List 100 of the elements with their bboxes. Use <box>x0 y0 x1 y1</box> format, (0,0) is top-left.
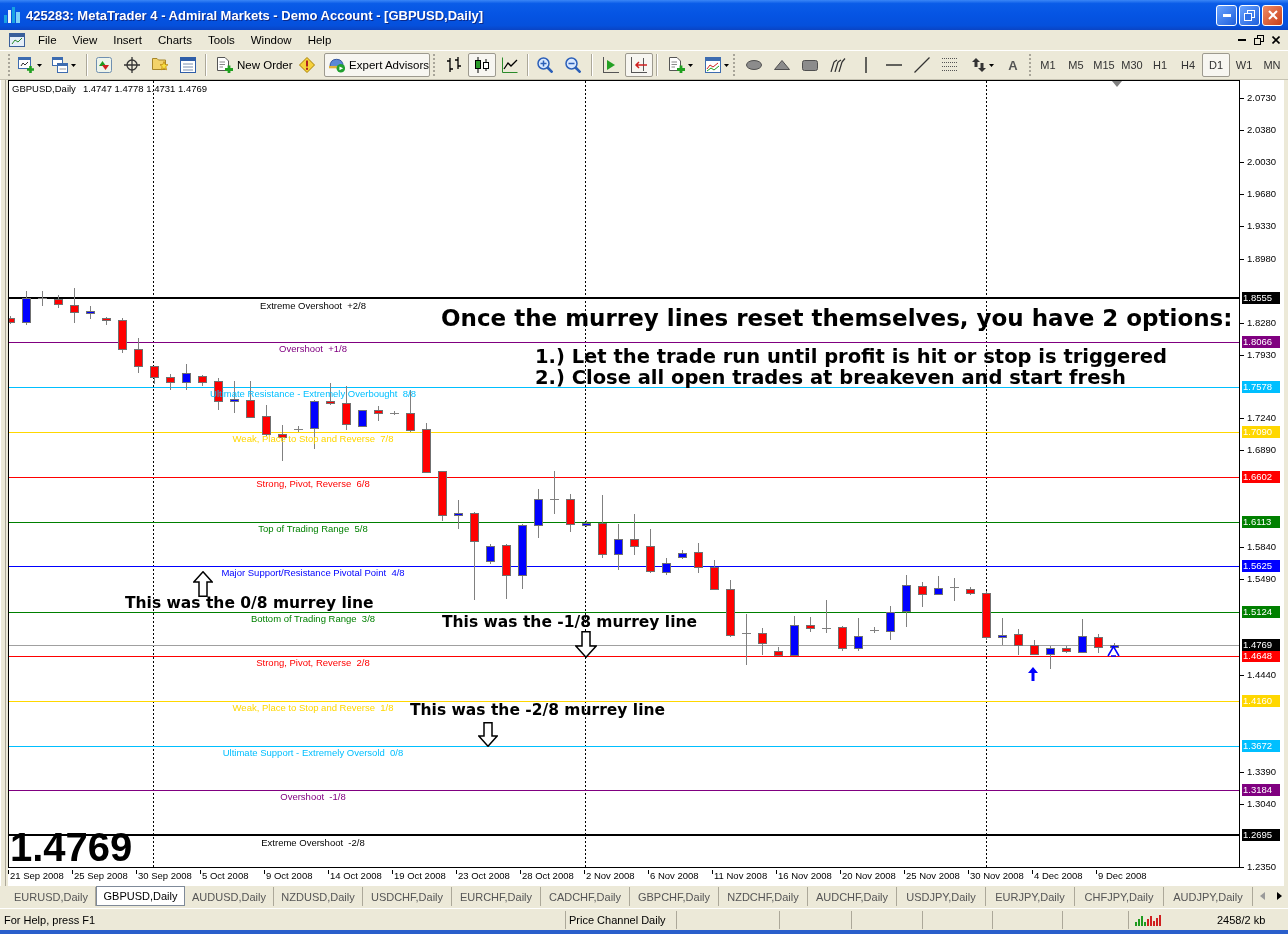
timeframe-button[interactable]: M1 <box>1034 53 1062 77</box>
close-button[interactable] <box>1262 4 1283 26</box>
chart-tab[interactable]: AUDJPY,Daily <box>1164 887 1253 906</box>
chart-window-icon[interactable] <box>9 33 25 47</box>
timeframe-button[interactable]: H1 <box>1146 53 1174 77</box>
menu-item[interactable]: File <box>30 31 65 49</box>
app-icon <box>4 7 20 23</box>
timeframe-button[interactable]: W1 <box>1230 53 1258 77</box>
chart-tab[interactable]: NZDCHF,Daily <box>719 887 808 906</box>
price-tag: 1.5625 <box>1242 560 1280 572</box>
candlestick <box>582 519 591 528</box>
triangle-icon[interactable] <box>774 60 790 70</box>
menu-item[interactable]: Charts <box>150 31 200 49</box>
time-label: 14 Oct 2008 <box>328 870 382 882</box>
crosshair-icon[interactable] <box>124 57 140 73</box>
chart-tab[interactable]: CHFJPY,Daily <box>1075 887 1164 906</box>
chart-tab[interactable]: USDCHF,Daily <box>363 887 452 906</box>
windows-icon[interactable] <box>52 57 68 73</box>
zoom-out-icon[interactable] <box>565 57 581 73</box>
chart-tab[interactable]: NZDUSD,Daily <box>274 887 363 906</box>
window-plus-icon[interactable] <box>18 57 34 73</box>
chart-tab[interactable]: EURCHF,Daily <box>452 887 541 906</box>
chart-tab[interactable]: GBPUSD,Daily <box>96 886 185 906</box>
menu-item[interactable]: View <box>64 31 106 49</box>
level-label: Weak, Place to Stop and Reverse 7/8 <box>232 434 394 444</box>
restore-button[interactable] <box>1239 4 1260 26</box>
arrows-icon[interactable] <box>972 58 986 72</box>
candlestick-chart-button[interactable] <box>468 53 496 77</box>
list-window-icon[interactable] <box>180 57 196 73</box>
caret-icon[interactable] <box>724 63 729 67</box>
close-icon <box>1267 10 1278 20</box>
ellipse-icon[interactable] <box>746 60 762 70</box>
chart-shift-button[interactable] <box>625 53 653 77</box>
chart-tab[interactable]: GBPCHF,Daily <box>630 887 719 906</box>
candlestick <box>166 373 175 391</box>
chart-tab[interactable]: CADCHF,Daily <box>541 887 630 906</box>
folder-star-icon[interactable] <box>152 58 168 72</box>
zoom-in-icon[interactable] <box>537 57 553 73</box>
chart-tab[interactable]: EURJPY,Daily <box>986 887 1075 906</box>
menu-item[interactable]: Insert <box>105 31 150 49</box>
timeframe-button[interactable]: M5 <box>1062 53 1090 77</box>
expert-advisors-button[interactable]: Expert Advisors <box>324 53 430 77</box>
price-tag: 1.7090 <box>1242 426 1280 438</box>
timeframe-button[interactable]: M15 <box>1090 53 1118 77</box>
minimize-icon <box>1222 13 1231 17</box>
new-order-button[interactable]: New Order <box>208 53 294 77</box>
candlestick <box>566 493 575 533</box>
close-icon[interactable] <box>1272 36 1280 44</box>
candlestick <box>389 410 400 416</box>
candlestick <box>934 575 943 596</box>
candlestick <box>150 365 159 385</box>
timeframe-button[interactable]: MN <box>1258 53 1286 77</box>
price-label: 1.4440 <box>1240 669 1277 681</box>
chart-lines-icon[interactable] <box>705 57 721 73</box>
up-arrow-icon <box>1028 667 1038 681</box>
candlestick <box>438 470 447 522</box>
candlestick <box>22 290 31 326</box>
candlestick <box>726 579 735 638</box>
triangle-marker-icon <box>1112 81 1122 87</box>
timeframe-button[interactable]: H4 <box>1174 53 1202 77</box>
menu-item[interactable]: Window <box>242 31 300 49</box>
caret-icon[interactable] <box>71 63 76 67</box>
level-label: Strong, Pivot, Reverse 6/8 <box>256 479 370 489</box>
candlestick <box>9 315 15 325</box>
candlestick <box>614 523 623 571</box>
price-label: 1.7240 <box>1240 412 1277 424</box>
slanted-lines-icon[interactable] <box>830 58 846 72</box>
price-label: 2.0030 <box>1240 156 1277 168</box>
caret-icon[interactable] <box>688 63 693 67</box>
timeframe-button[interactable]: D1 <box>1202 53 1230 77</box>
dotted-lines-icon[interactable] <box>942 58 958 72</box>
menu-item[interactable]: Help <box>299 31 340 49</box>
rectangle-icon[interactable] <box>802 59 818 71</box>
hollow-down-arrow-icon <box>575 631 597 658</box>
candlestick <box>854 617 863 652</box>
candlestick <box>790 615 799 657</box>
trend-line-icon[interactable] <box>914 57 930 73</box>
menu-item[interactable]: Tools <box>199 31 243 49</box>
triangles-box-icon[interactable] <box>96 57 112 73</box>
chart-tab[interactable]: AUDUSD,Daily <box>185 887 274 906</box>
time-label: 5 Oct 2008 <box>200 870 249 882</box>
minimize-button[interactable] <box>1216 4 1237 26</box>
warning-diamond-icon[interactable] <box>299 57 315 73</box>
caret-icon[interactable] <box>37 63 42 67</box>
candlestick <box>374 405 383 422</box>
candlestick <box>262 404 271 437</box>
caret-icon[interactable] <box>989 63 994 67</box>
candlestick <box>806 616 815 633</box>
document-plus-icon[interactable] <box>669 57 685 73</box>
chart-annotation: 1.) Let the trade run until profit is hit or stop is triggered <box>535 347 1167 366</box>
level-label: Major Support/Resistance Pivotal Point 4/8 <box>221 568 405 578</box>
scroll-right-icon[interactable] <box>1277 892 1282 900</box>
candlestick <box>534 488 543 539</box>
timeframe-button[interactable]: M30 <box>1118 53 1146 77</box>
text-tool-button[interactable]: A <box>1000 53 1026 77</box>
chart-tab[interactable]: USDJPY,Daily <box>897 887 986 906</box>
chart-tab[interactable]: AUDCHF,Daily <box>808 887 897 906</box>
restore-icon[interactable] <box>1254 35 1264 45</box>
level-label: Extreme Overshoot +2/8 <box>260 301 366 311</box>
time-label: 6 Nov 2008 <box>648 870 699 882</box>
